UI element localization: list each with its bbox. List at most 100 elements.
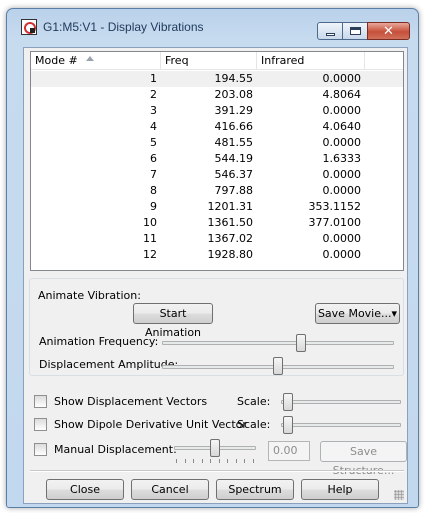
mode-cell: 3	[150, 104, 157, 117]
window-title: G1:M5:V1 - Display Vibrations	[43, 20, 204, 34]
list-header: Mode # Freq Infrared	[31, 52, 403, 70]
table-row[interactable]: 3 391.29 0.0000	[31, 103, 403, 119]
freq-cell: 1367.02	[207, 232, 254, 245]
freq-cell: 1928.80	[207, 248, 254, 261]
dipole-scale-track	[281, 423, 401, 427]
save-movie-button[interactable]: Save Movie...▾	[315, 303, 400, 324]
displacement-scale-track	[281, 400, 401, 404]
table-row[interactable]: 1 194.55 0.0000	[31, 71, 403, 87]
animation-frequency-label: Animation Frequency:	[39, 335, 159, 348]
close-icon: ✕	[383, 23, 394, 39]
infrared-cell: 4.0640	[322, 120, 362, 133]
bottom-divider	[30, 470, 404, 472]
display-vibrations-window: G1:M5:V1 - Display Vibrations ✕ Mode # F…	[6, 8, 419, 508]
infrared-cell: 0.0000	[322, 136, 362, 149]
mode-cell: 2	[150, 88, 157, 101]
displacement-amplitude-slider[interactable]	[273, 357, 283, 375]
manual-displacement-ticks	[176, 459, 254, 463]
column-header-infrared[interactable]: Infrared	[257, 52, 365, 70]
mode-cell: 8	[150, 184, 157, 197]
dipole-scale-slider[interactable]	[283, 416, 293, 434]
maximize-button[interactable]	[342, 22, 368, 40]
animation-frequency-slider[interactable]	[296, 334, 307, 352]
manual-displacement-checkbox[interactable]	[34, 443, 47, 456]
title-bar[interactable]: G1:M5:V1 - Display Vibrations ✕	[7, 9, 418, 41]
freq-cell: 416.66	[214, 120, 254, 133]
table-row[interactable]: 4 416.66 4.0640	[31, 119, 403, 135]
mode-cell: 7	[150, 168, 157, 181]
freq-cell: 1361.50	[207, 216, 254, 229]
mode-cell: 12	[143, 248, 157, 261]
list-rows: 1 194.55 0.0000 2 203.08 4.8064 3 391.29 0.000…	[31, 71, 403, 263]
animate-vibration-group: Animate Vibration: Start Animation Save …	[29, 278, 404, 376]
freq-cell: 797.88	[214, 184, 254, 197]
show-dipole-derivative-checkbox[interactable]	[34, 418, 47, 431]
manual-displacement-label: Manual Displacement:	[54, 443, 177, 456]
start-animation-button[interactable]: Start Animation	[133, 303, 213, 339]
column-header-mode[interactable]: Mode #	[31, 52, 161, 70]
animate-vibration-label: Animate Vibration:	[38, 289, 141, 302]
infrared-cell: 0.0000	[322, 248, 362, 261]
table-row[interactable]: 10 1361.50 377.0100	[31, 215, 403, 231]
freq-cell: 1201.31	[207, 200, 254, 213]
infrared-cell: 0.0000	[322, 184, 362, 197]
mode-cell: 1	[150, 72, 157, 85]
mode-cell: 6	[150, 152, 157, 165]
table-row[interactable]: 8 797.88 0.0000	[31, 183, 403, 199]
close-window-button[interactable]: ✕	[367, 22, 410, 40]
column-header-freq[interactable]: Freq	[161, 52, 257, 70]
minimize-button[interactable]	[317, 22, 343, 40]
dialog-client-area: Mode # Freq Infrared 1 194.55 0.0000 2 203.…	[23, 47, 408, 504]
infrared-cell: 353.1152	[308, 200, 362, 213]
vibration-modes-list[interactable]: Mode # Freq Infrared 1 194.55 0.0000 2 203.…	[30, 51, 404, 271]
mode-cell: 11	[143, 232, 157, 245]
show-displacement-vectors-label: Show Displacement Vectors	[54, 395, 208, 408]
freq-cell: 391.29	[214, 104, 254, 117]
displacement-scale-label: Scale:	[237, 395, 271, 408]
infrared-cell: 0.0000	[322, 232, 362, 245]
freq-cell: 194.55	[214, 72, 254, 85]
table-row[interactable]: 9 1201.31 353.1152	[31, 199, 403, 215]
column-header-label: Infrared	[261, 54, 305, 67]
help-button[interactable]: Help	[301, 479, 379, 500]
column-header-filler	[365, 52, 403, 70]
infrared-cell: 1.6333	[322, 152, 362, 165]
show-displacement-vectors-checkbox[interactable]	[34, 395, 47, 408]
table-row[interactable]: 5 481.55 0.0000	[31, 135, 403, 151]
column-header-label: Freq	[165, 54, 189, 67]
table-row[interactable]: 11 1367.02 0.0000	[31, 231, 403, 247]
infrared-cell: 377.0100	[308, 216, 362, 229]
table-row[interactable]: 6 544.19 1.6333	[31, 151, 403, 167]
manual-displacement-value-field[interactable]: 0.00	[268, 441, 310, 461]
table-row[interactable]: 12 1928.80 0.0000	[31, 247, 403, 263]
table-row[interactable]: 2 203.08 4.8064	[31, 87, 403, 103]
close-button[interactable]: Close	[46, 479, 124, 500]
mode-cell: 9	[150, 200, 157, 213]
infrared-cell: 0.0000	[322, 104, 362, 117]
displacement-scale-slider[interactable]	[283, 393, 293, 411]
table-row[interactable]: 7 546.37 0.0000	[31, 167, 403, 183]
freq-cell: 546.37	[214, 168, 254, 181]
mode-cell: 5	[150, 136, 157, 149]
freq-cell: 481.55	[214, 136, 254, 149]
freq-cell: 203.08	[214, 88, 254, 101]
mode-cell: 4	[150, 120, 157, 133]
mode-cell: 10	[143, 216, 157, 229]
infrared-cell: 0.0000	[322, 168, 362, 181]
dropdown-arrow-icon: ▾	[391, 307, 398, 320]
sort-ascending-icon	[86, 56, 94, 61]
column-header-label: Mode #	[35, 54, 78, 67]
caption-buttons: ✕	[317, 22, 410, 40]
minimize-icon	[325, 32, 335, 36]
animation-frequency-track	[162, 341, 394, 345]
resize-grip-icon[interactable]	[394, 490, 404, 500]
manual-displacement-slider[interactable]	[210, 439, 220, 457]
spectrum-button[interactable]: Spectrum	[216, 479, 294, 500]
dipole-scale-label: Scale:	[237, 418, 271, 431]
show-dipole-derivative-label: Show Dipole Derivative Unit Vector	[54, 418, 247, 431]
infrared-cell: 4.8064	[322, 88, 362, 101]
maximize-icon	[349, 27, 361, 35]
save-movie-label: Save Movie...	[317, 307, 392, 320]
cancel-button[interactable]: Cancel	[131, 479, 209, 500]
save-structure-button[interactable]: Save Structure...	[320, 441, 407, 477]
